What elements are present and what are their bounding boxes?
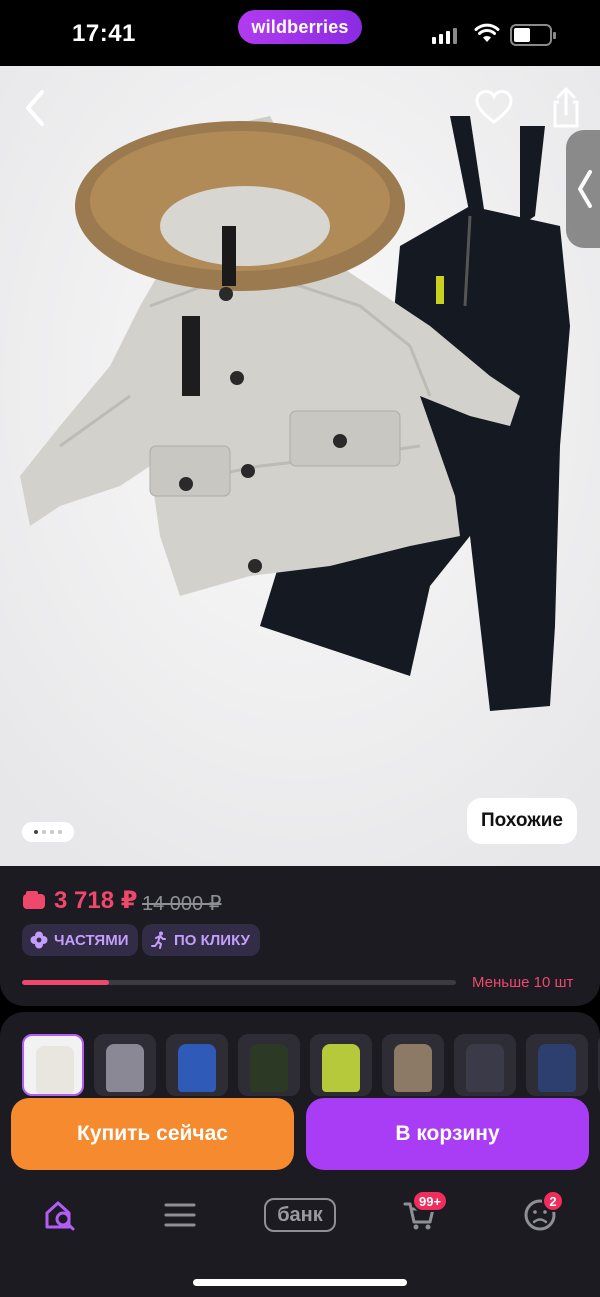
- bank-logo: банк: [264, 1198, 336, 1232]
- stock-progress-bar: [22, 980, 456, 985]
- installments-badge[interactable]: ЧАСТЯМИ: [22, 924, 139, 956]
- stock-label: Меньше 10 шт: [472, 974, 574, 991]
- cellular-signal-icon: [432, 28, 457, 44]
- add-to-cart-button[interactable]: В корзину: [306, 1098, 589, 1170]
- tab-cart[interactable]: 99+: [390, 1180, 450, 1250]
- price-card: 3 718 ₽ 14 000 ₽ ЧАСТЯМИ ПО КЛИКУ Меньше…: [0, 866, 600, 1006]
- price-old: 14 000 ₽: [142, 893, 222, 915]
- variant-preview-image: [106, 1044, 144, 1092]
- tab-home[interactable]: [30, 1180, 90, 1250]
- side-panel-handle[interactable]: [566, 130, 600, 248]
- product-image: [0, 66, 600, 866]
- status-bar: 17:41 wildberries: [0, 0, 600, 66]
- variant-thumbnail[interactable]: [238, 1034, 300, 1096]
- menu-icon: [164, 1203, 196, 1227]
- chevron-left-icon: [578, 170, 592, 208]
- variant-thumbnail[interactable]: [310, 1034, 372, 1096]
- variant-preview-image: [178, 1044, 216, 1092]
- variant-preview-image: [538, 1044, 576, 1092]
- tab-bank[interactable]: банк: [264, 1180, 336, 1250]
- running-person-icon: [151, 931, 166, 949]
- installments-label: ЧАСТЯМИ: [54, 931, 129, 949]
- variant-thumbnail[interactable]: [22, 1034, 84, 1096]
- variant-preview-image: [250, 1044, 288, 1092]
- clover-icon: [30, 931, 48, 949]
- profile-notification-badge: 2: [542, 1190, 564, 1212]
- wifi-icon: [474, 23, 500, 42]
- back-button[interactable]: [16, 86, 56, 130]
- variant-thumbnail[interactable]: [454, 1034, 516, 1096]
- variant-thumbnail[interactable]: [382, 1034, 444, 1096]
- variant-thumbnail[interactable]: [526, 1034, 588, 1096]
- variant-preview-image: [36, 1046, 74, 1094]
- tab-profile[interactable]: 2: [510, 1180, 570, 1250]
- status-time: 17:41: [72, 20, 136, 47]
- brand-logo[interactable]: wildberries: [238, 10, 362, 44]
- tab-bar: банк 99+ 2: [0, 1180, 600, 1250]
- variant-thumbnail[interactable]: [166, 1034, 228, 1096]
- cart-count-badge: 99+: [412, 1190, 449, 1212]
- favorite-heart-icon[interactable]: [474, 88, 514, 128]
- buy-now-button[interactable]: Купить сейчас: [11, 1098, 294, 1170]
- variant-preview-image: [322, 1044, 360, 1092]
- variant-preview-image: [466, 1044, 504, 1092]
- gallery-pagination-dots: [22, 822, 74, 842]
- tab-catalog[interactable]: [150, 1180, 210, 1250]
- share-icon[interactable]: [546, 86, 586, 130]
- home-indicator[interactable]: [193, 1279, 407, 1286]
- price-current: 3 718 ₽: [54, 887, 138, 914]
- bottom-sheet: Купить сейчас В корзину: [0, 1012, 600, 1297]
- wallet-icon: [23, 891, 45, 909]
- variant-thumbnail[interactable]: [94, 1034, 156, 1096]
- one-click-label: ПО КЛИКУ: [174, 931, 250, 949]
- variant-thumbnails: [22, 1034, 600, 1096]
- product-photo[interactable]: Похожие: [0, 66, 600, 866]
- variant-preview-image: [394, 1044, 432, 1092]
- battery-icon: [510, 24, 556, 46]
- one-click-badge[interactable]: ПО КЛИКУ: [142, 924, 260, 956]
- similar-products-button[interactable]: Похожие: [467, 798, 577, 844]
- home-search-icon: [45, 1201, 75, 1231]
